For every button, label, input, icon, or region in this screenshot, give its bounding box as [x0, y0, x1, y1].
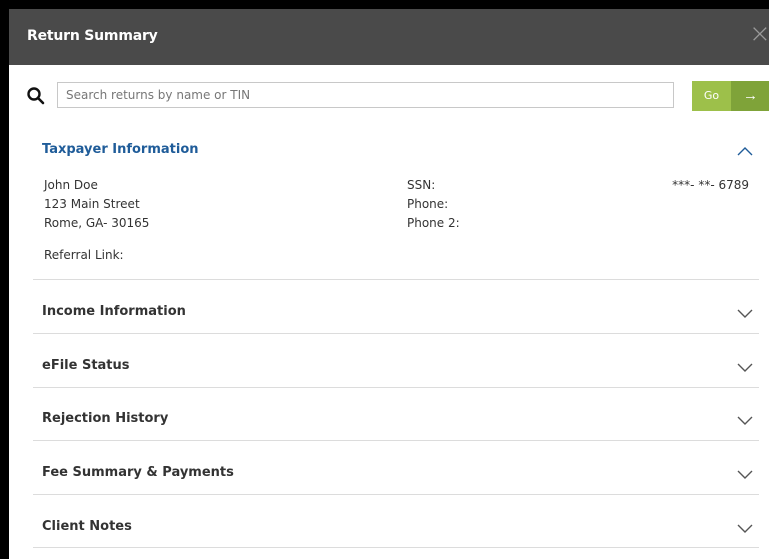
section-header-efile[interactable]: eFile Status	[33, 358, 759, 378]
address-line-1: 123 Main Street	[44, 197, 140, 211]
section-title: Taxpayer Information	[42, 142, 199, 157]
divider	[33, 547, 759, 548]
chevron-down-icon[interactable]	[737, 468, 753, 480]
search-bar: Go →	[9, 79, 769, 113]
return-summary-dialog: Return Summary × Go → Taxpayer Informati…	[0, 0, 769, 559]
section-title: Rejection History	[42, 411, 169, 426]
close-icon[interactable]: ×	[749, 21, 769, 47]
section-rejection-history: Rejection History	[33, 411, 759, 431]
section-header-rejection[interactable]: Rejection History	[33, 411, 759, 431]
section-taxpayer-information: Taxpayer Information	[33, 142, 759, 162]
phone2-label: Phone 2:	[407, 216, 460, 230]
divider	[33, 279, 759, 280]
section-header-notes[interactable]: Client Notes	[33, 519, 759, 539]
section-header-income[interactable]: Income Information	[33, 304, 759, 324]
taxpayer-name: John Doe	[44, 178, 98, 192]
address-line-2: Rome, GA- 30165	[44, 216, 150, 230]
contact-labels: SSN: Phone: Phone 2:	[407, 176, 460, 233]
search-icon[interactable]	[26, 86, 46, 106]
section-title: eFile Status	[42, 358, 130, 373]
section-income-information: Income Information	[33, 304, 759, 324]
chevron-down-icon[interactable]	[737, 414, 753, 426]
section-client-notes: Client Notes	[33, 519, 759, 539]
arrow-right-icon: →	[731, 81, 769, 111]
divider	[33, 387, 759, 388]
section-title: Fee Summary & Payments	[42, 465, 234, 480]
divider	[33, 494, 759, 495]
divider	[33, 333, 759, 334]
go-button[interactable]: Go →	[692, 81, 769, 111]
section-header-fees[interactable]: Fee Summary & Payments	[33, 465, 759, 485]
taxpayer-address: John Doe 123 Main Street Rome, GA- 30165	[44, 176, 149, 233]
dialog-header: Return Summary ×	[9, 9, 769, 65]
search-input[interactable]	[57, 82, 674, 108]
ssn-value: ***- **- 6789	[672, 178, 749, 192]
chevron-down-icon[interactable]	[737, 522, 753, 534]
go-button-label: Go	[692, 81, 731, 111]
section-title: Income Information	[42, 304, 186, 319]
chevron-up-icon[interactable]	[737, 145, 753, 157]
chevron-down-icon[interactable]	[737, 307, 753, 319]
section-header-taxpayer[interactable]: Taxpayer Information	[33, 142, 759, 162]
section-title: Client Notes	[42, 519, 132, 534]
section-fee-summary: Fee Summary & Payments	[33, 465, 759, 485]
phone-label: Phone:	[407, 197, 449, 211]
divider	[33, 440, 759, 441]
referral-link-label: Referral Link:	[44, 248, 124, 262]
ssn-label: SSN:	[407, 178, 436, 192]
section-efile-status: eFile Status	[33, 358, 759, 378]
dialog-title: Return Summary	[27, 28, 158, 44]
chevron-down-icon[interactable]	[737, 361, 753, 373]
